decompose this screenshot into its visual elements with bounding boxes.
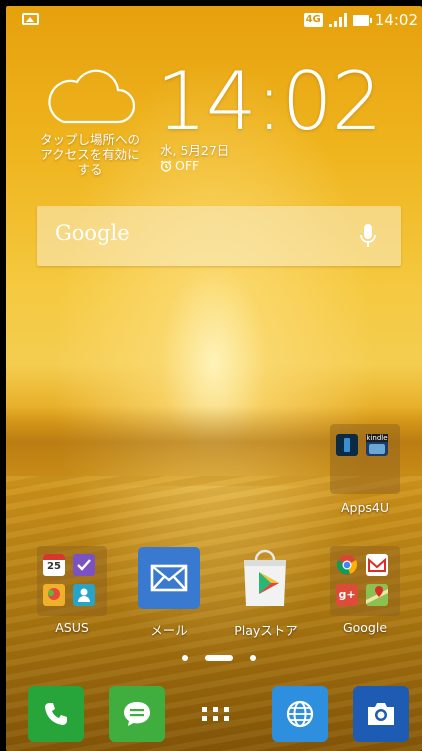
page-dot-current[interactable] (205, 655, 233, 661)
kindle-icon: kindle (366, 434, 388, 456)
phone-icon[interactable] (28, 686, 84, 742)
mail-icon (150, 564, 188, 592)
asus-label: ASUS (55, 620, 89, 635)
asus-folder[interactable]: 25 (37, 546, 107, 616)
google-search-bar[interactable]: Google (37, 206, 401, 266)
alarm-icon (160, 159, 172, 172)
dock (6, 678, 422, 751)
google-label: Google (342, 620, 388, 635)
messages-icon[interactable] (109, 686, 165, 742)
google-logo: Google (55, 221, 130, 245)
gmail-icon (366, 554, 388, 576)
tasks-check-icon (73, 554, 95, 576)
mic-icon[interactable] (359, 223, 377, 249)
calendar-icon: 25 (43, 554, 65, 576)
play-store-label: Playストア (234, 623, 298, 638)
contacts-icon (73, 584, 95, 606)
page-dot[interactable] (250, 655, 256, 661)
weather-widget[interactable]: タップし場所への アクセスを有効に する (34, 68, 146, 177)
battery-icon (352, 14, 372, 26)
clock-date: 水, 5月27日 (160, 143, 230, 158)
home-screen: 4G 14:02 タップし場所への アクセスを有効に する 14:02 水, 5… (6, 6, 422, 751)
photo-balloon-icon (43, 584, 65, 606)
google-plus-icon: g+ (336, 584, 358, 606)
network-type: 4G (303, 13, 323, 27)
apps4u-label: Apps4U (340, 500, 390, 515)
camera-icon[interactable] (353, 686, 409, 742)
play-store-app[interactable] (234, 546, 296, 608)
status-time: 14:02 (374, 11, 418, 29)
page-indicator (6, 652, 422, 662)
image-icon (22, 13, 39, 25)
all-apps-icon[interactable] (188, 686, 244, 742)
google-folder[interactable]: g+ (330, 546, 400, 616)
browser-icon[interactable] (272, 686, 328, 742)
apps4u-folder[interactable]: kindle (330, 424, 400, 494)
clock-time[interactable]: 14:02 (156, 58, 383, 146)
mail-app[interactable] (138, 547, 200, 609)
maps-icon (366, 584, 388, 606)
mail-label: メール (150, 623, 188, 638)
ebook-icon (336, 434, 358, 456)
status-bar: 4G 14:02 (6, 6, 422, 34)
alarm-status: OFF (160, 158, 199, 173)
play-store-icon (244, 549, 286, 606)
chrome-icon (336, 554, 358, 576)
weather-prompt: タップし場所への アクセスを有効に する (39, 132, 140, 177)
page-dot[interactable] (182, 655, 188, 661)
signal-icon (328, 13, 347, 27)
cloud-icon (48, 69, 136, 124)
status-right: 4G 14:02 (303, 10, 418, 30)
